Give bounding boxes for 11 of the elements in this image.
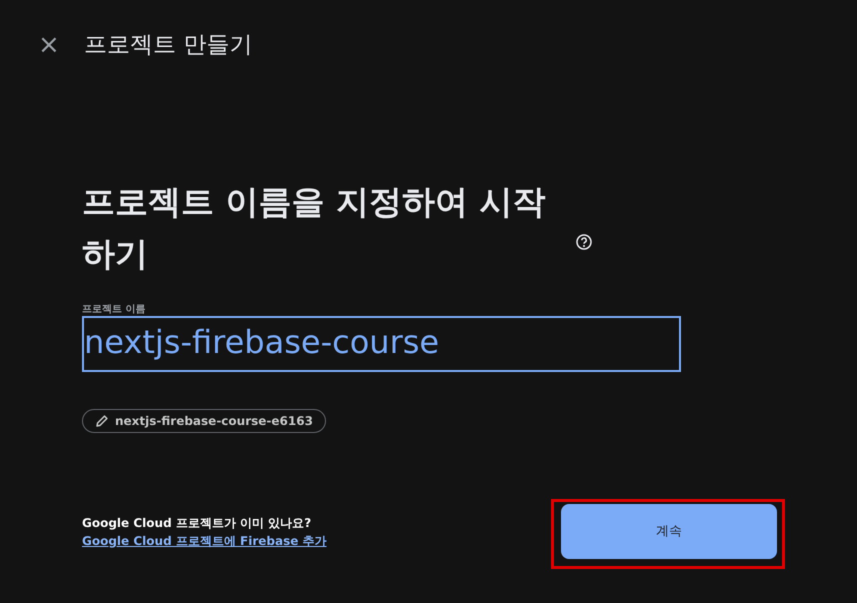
continue-button[interactable]: 계속: [561, 504, 777, 559]
project-id-chip[interactable]: nextjs-firebase-course-e6163: [82, 409, 326, 433]
add-firebase-link[interactable]: Google Cloud 프로젝트에 Firebase 추가: [82, 532, 327, 550]
dialog-title: 프로젝트 만들기: [84, 30, 252, 60]
help-icon[interactable]: [576, 234, 592, 250]
project-name-field[interactable]: nextjs-firebase-course: [82, 316, 681, 372]
question-text: Google Cloud 프로젝트가 이미 있나요?: [82, 515, 312, 532]
field-label: 프로젝트 이름: [82, 303, 146, 316]
close-button[interactable]: ×: [34, 32, 58, 58]
pencil-icon: [95, 414, 109, 428]
heading: 프로젝트 이름을 지정하여 시작하기: [82, 181, 546, 275]
